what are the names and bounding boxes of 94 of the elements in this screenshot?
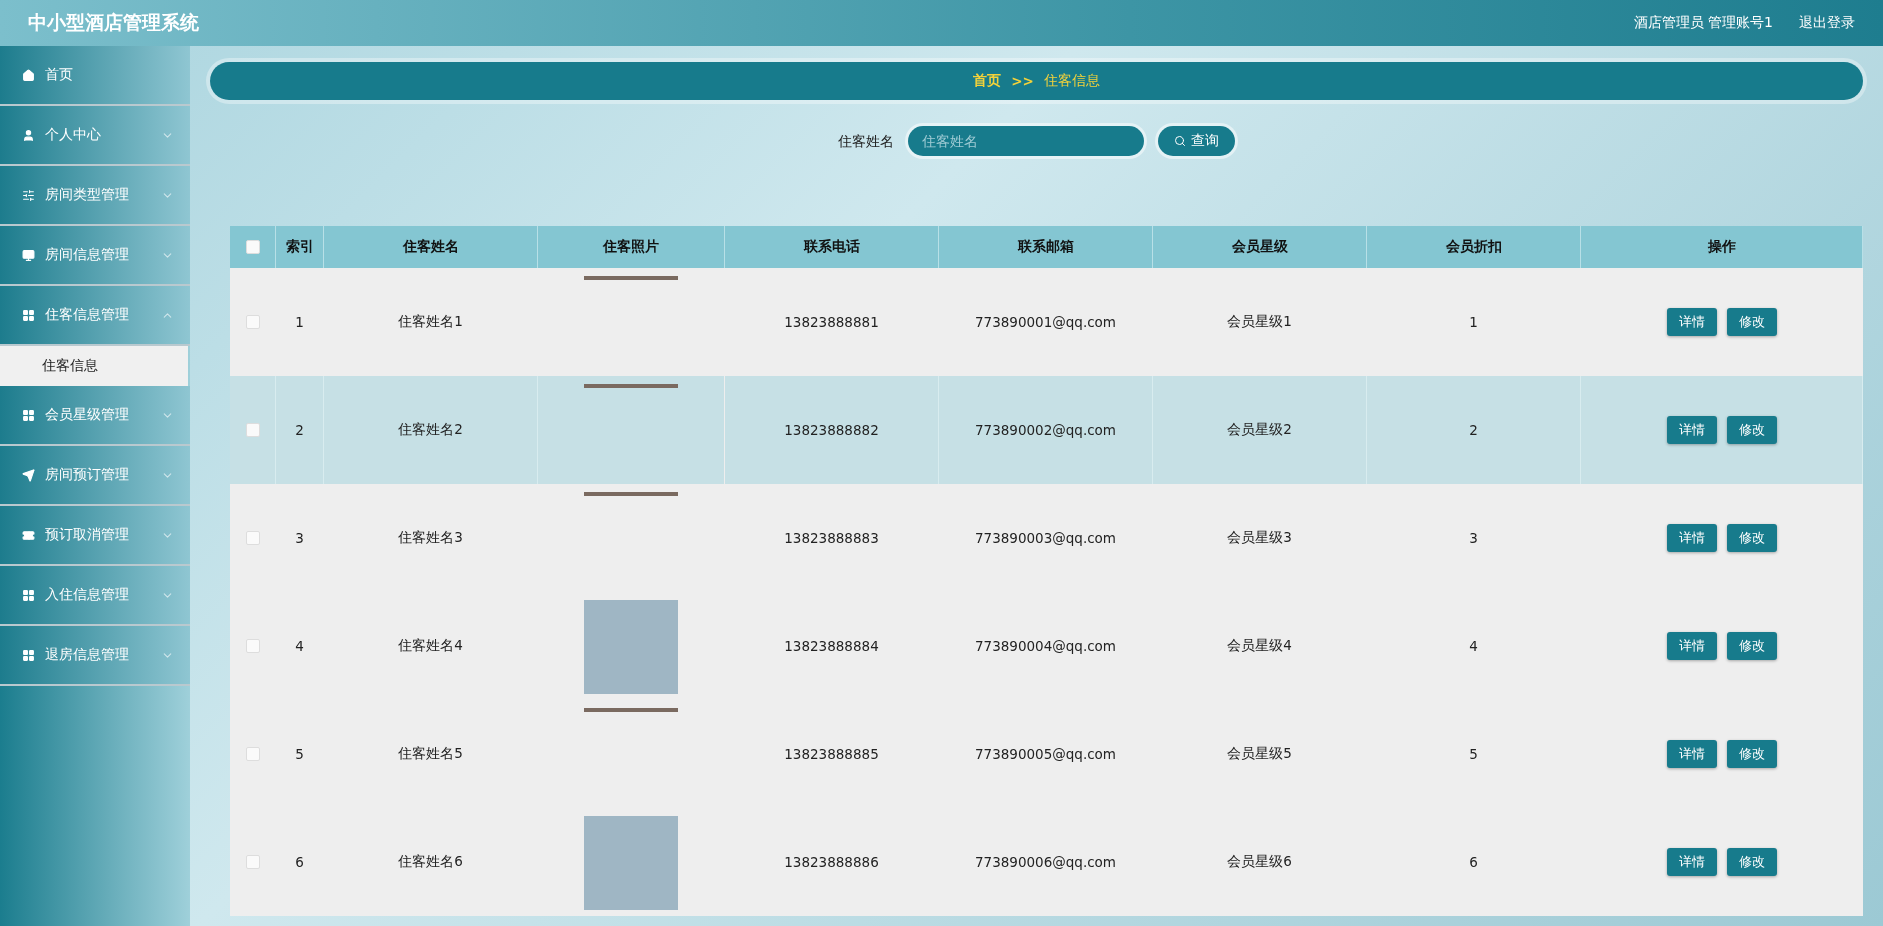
- phone-text: 13823888881: [784, 314, 879, 330]
- member-level-text: 会员星级6: [1227, 853, 1292, 871]
- email-text: 773890006@qq.com: [974, 854, 1117, 870]
- sidebar-item[interactable]: 会员星级管理: [0, 386, 190, 446]
- sidebar-item[interactable]: 房间信息管理: [0, 226, 190, 286]
- email-text: 773890004@qq.com: [974, 638, 1117, 654]
- breadcrumb-current: 住客信息: [1043, 72, 1100, 90]
- grid-icon: [22, 408, 35, 422]
- ticket-icon: [22, 528, 35, 542]
- column-header: 住客姓名: [324, 226, 538, 268]
- search-icon: [1174, 135, 1186, 147]
- guest-name-text: 住客姓名3: [398, 529, 463, 547]
- search-label: 住客姓名: [838, 132, 894, 151]
- sidebar-item[interactable]: 预订取消管理: [0, 506, 190, 566]
- index-text: 4: [295, 638, 304, 654]
- edit-button[interactable]: 修改: [1726, 740, 1777, 768]
- index-text: 5: [295, 746, 304, 762]
- guest-name-text: 住客姓名1: [398, 313, 463, 331]
- email-text: 773890005@qq.com: [974, 746, 1117, 762]
- member-level-text: 会员星级2: [1227, 421, 1292, 439]
- phone-text: 13823888886: [784, 854, 879, 870]
- user-name: 酒店管理员 管理账号1: [1633, 14, 1773, 32]
- discount-text: 5: [1469, 746, 1478, 762]
- guest-name-text: 住客姓名2: [398, 421, 463, 439]
- member-level-text: 会员星级1: [1227, 313, 1292, 331]
- sidebar-item[interactable]: 房间类型管理: [0, 166, 190, 226]
- email-text: 773890001@qq.com: [974, 314, 1117, 330]
- guest-name-text: 住客姓名5: [398, 745, 463, 763]
- details-button[interactable]: 详情: [1666, 632, 1717, 660]
- select-all-checkbox[interactable]: [245, 240, 260, 254]
- search-button[interactable]: 查询: [1158, 126, 1235, 156]
- column-header: 操作: [1581, 226, 1863, 268]
- index-text: 3: [295, 530, 304, 546]
- sidebar-item[interactable]: 退房信息管理: [0, 626, 190, 686]
- details-button[interactable]: 详情: [1666, 740, 1717, 768]
- sidebar-item[interactable]: 房间预订管理: [0, 446, 190, 506]
- edit-button[interactable]: 修改: [1726, 848, 1777, 876]
- row-checkbox[interactable]: [245, 531, 260, 545]
- column-header: 索引: [276, 226, 324, 268]
- member-level-text: 会员星级4: [1227, 637, 1292, 655]
- column-header: 会员星级: [1153, 226, 1367, 268]
- row-checkbox[interactable]: [245, 639, 260, 653]
- app-title: 中小型酒店管理系统: [28, 10, 199, 35]
- sidebar-item[interactable]: 个人中心: [0, 106, 190, 166]
- edit-button[interactable]: 修改: [1726, 632, 1777, 660]
- column-header: 联系邮箱: [939, 226, 1153, 268]
- home-icon: [22, 68, 35, 82]
- row-checkbox[interactable]: [245, 855, 260, 869]
- guest-name-text: 住客姓名4: [398, 637, 463, 655]
- details-button[interactable]: 详情: [1666, 848, 1717, 876]
- row-checkbox[interactable]: [245, 423, 260, 437]
- edit-button[interactable]: 修改: [1726, 308, 1777, 336]
- phone-text: 13823888883: [784, 530, 879, 546]
- email-text: 773890002@qq.com: [974, 422, 1117, 438]
- phone-text: 13823888884: [784, 638, 879, 654]
- discount-text: 4: [1469, 638, 1478, 654]
- guest-name-text: 住客姓名6: [398, 853, 463, 871]
- phone-text: 13823888882: [784, 422, 879, 438]
- details-button[interactable]: 详情: [1666, 416, 1717, 444]
- sidebar-item[interactable]: 入住信息管理: [0, 566, 190, 626]
- index-text: 6: [295, 854, 304, 870]
- details-button[interactable]: 详情: [1666, 524, 1717, 552]
- column-header: 联系电话: [725, 226, 939, 268]
- sidebar-item[interactable]: 住客信息管理: [0, 286, 190, 346]
- monitor-icon: [22, 248, 35, 262]
- grid-icon: [22, 588, 35, 602]
- column-header: 会员折扣: [1367, 226, 1581, 268]
- member-level-text: 会员星级3: [1227, 529, 1292, 547]
- grid-icon: [22, 648, 35, 662]
- member-level-text: 会员星级5: [1227, 745, 1292, 763]
- grid-icon: [22, 308, 35, 322]
- index-text: 2: [295, 422, 304, 438]
- sliders-icon: [22, 188, 35, 202]
- row-checkbox[interactable]: [245, 315, 260, 329]
- logout-link[interactable]: 退出登录: [1799, 14, 1855, 32]
- discount-text: 1: [1469, 314, 1478, 330]
- phone-text: 13823888885: [784, 746, 879, 762]
- edit-button[interactable]: 修改: [1726, 524, 1777, 552]
- discount-text: 3: [1469, 530, 1478, 546]
- email-text: 773890003@qq.com: [974, 530, 1117, 546]
- send-icon: [22, 468, 35, 482]
- sidebar-item[interactable]: 首页: [0, 46, 190, 106]
- breadcrumb-separator: >>: [1011, 73, 1034, 89]
- sidebar-subitem[interactable]: 住客信息: [0, 346, 188, 386]
- row-checkbox[interactable]: [245, 747, 260, 761]
- index-text: 1: [295, 314, 304, 330]
- details-button[interactable]: 详情: [1666, 308, 1717, 336]
- breadcrumb-home-link[interactable]: 首页: [973, 72, 1002, 90]
- discount-text: 2: [1469, 422, 1478, 438]
- edit-button[interactable]: 修改: [1726, 416, 1777, 444]
- user-icon: [22, 128, 35, 142]
- search-field[interactable]: 住客姓名: [908, 126, 1144, 156]
- column-header: 住客照片: [538, 226, 725, 268]
- discount-text: 6: [1469, 854, 1478, 870]
